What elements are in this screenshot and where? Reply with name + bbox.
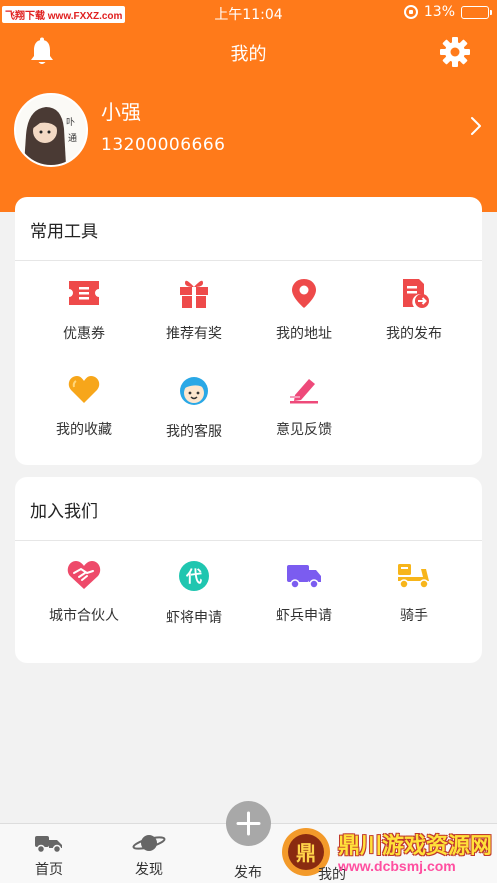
tool-label: 我的地址 [276,326,332,342]
publish-doc-icon [403,279,429,308]
tab-discover[interactable]: 发现 [104,832,194,879]
svg-text:卟: 卟 [66,117,75,128]
tool-favorites[interactable]: 我的收藏 [29,373,139,439]
join-partner[interactable]: 城市合伙人 [29,559,139,625]
scooter-icon [398,564,429,589]
tab-home[interactable]: 首页 [4,832,94,879]
status-right: 13% [403,4,492,20]
tab-label: 首页 [35,862,63,878]
watermark-url: www.dcbsmj.com [338,858,456,874]
tool-address[interactable]: 我的地址 [249,277,359,343]
tool-label: 我的收藏 [56,422,112,438]
gift-icon [180,280,208,308]
heart-icon [68,376,100,403]
tool-feedback[interactable]: 意见反馈 [249,373,359,439]
chevron-right-icon[interactable] [469,116,483,136]
customer-service-icon [180,377,208,405]
plus-icon [236,811,261,836]
battery-icon [461,5,492,19]
handshake-heart-icon [67,561,101,589]
publish-button[interactable] [226,801,271,846]
tool-label: 我的客服 [166,424,222,440]
join-general-apply[interactable]: 代 虾将申请 [139,559,249,627]
avatar[interactable]: 卟 通 [14,93,88,167]
join-label: 虾兵申请 [276,608,332,624]
watermark-title: 鼎川游戏资源网 [338,834,493,859]
coupon-icon [69,281,99,305]
tool-gift[interactable]: 推荐有奖 [139,277,249,343]
tools-title: 常用工具 [30,222,98,242]
truck-icon [287,565,321,589]
join-label: 城市合伙人 [49,608,119,624]
watermark-bottom: 鼎 我的 鼎川游戏资源网 www.dcbsmj.com [278,822,497,883]
join-label: 骑手 [400,608,428,624]
planet-icon [132,835,166,851]
svg-text:代: 代 [185,567,202,586]
tab-label[interactable]: 发布 [218,862,278,882]
orientation-lock-icon [403,5,418,19]
tool-label: 推荐有奖 [166,326,222,342]
feedback-pen-icon [290,379,318,404]
tool-service[interactable]: 我的客服 [139,373,249,441]
page-title: 我的 [230,44,267,65]
status-bar: 飞翔下载 www.FXXZ.com 上午11:04 13% [0,0,497,26]
profile-phone: 13200006666 [101,135,226,155]
avatar-illustration: 卟 通 [16,95,86,165]
join-rider[interactable]: 骑手 [359,559,469,625]
divider [15,540,482,541]
tool-label: 意见反馈 [276,422,332,438]
gear-icon[interactable] [439,36,471,68]
join-card: 加入我们 城市合伙人 代 虾将申请 虾兵申请 骑手 [15,477,482,663]
join-soldier-apply[interactable]: 虾兵申请 [249,559,359,625]
tool-label: 优惠券 [63,326,105,342]
tab-label: 发现 [135,862,163,878]
profile-name[interactable]: 小强 [101,96,141,125]
join-label: 虾将申请 [166,610,222,626]
home-car-icon [35,836,62,854]
join-title: 加入我们 [30,502,98,522]
dai-badge-icon: 代 [179,561,209,591]
location-pin-icon [292,279,316,308]
svg-text:通: 通 [68,133,77,144]
tool-label: 我的发布 [386,326,442,342]
tools-card: 常用工具 优惠券 推荐有奖 我的地址 我的发布 我的收藏 我的客服 意见反馈 [15,197,482,465]
tool-publish[interactable]: 我的发布 [359,277,469,343]
tool-coupon[interactable]: 优惠券 [29,277,139,343]
divider [15,260,482,261]
battery-percent: 13% [423,4,455,20]
svg-text:鼎: 鼎 [296,841,316,865]
